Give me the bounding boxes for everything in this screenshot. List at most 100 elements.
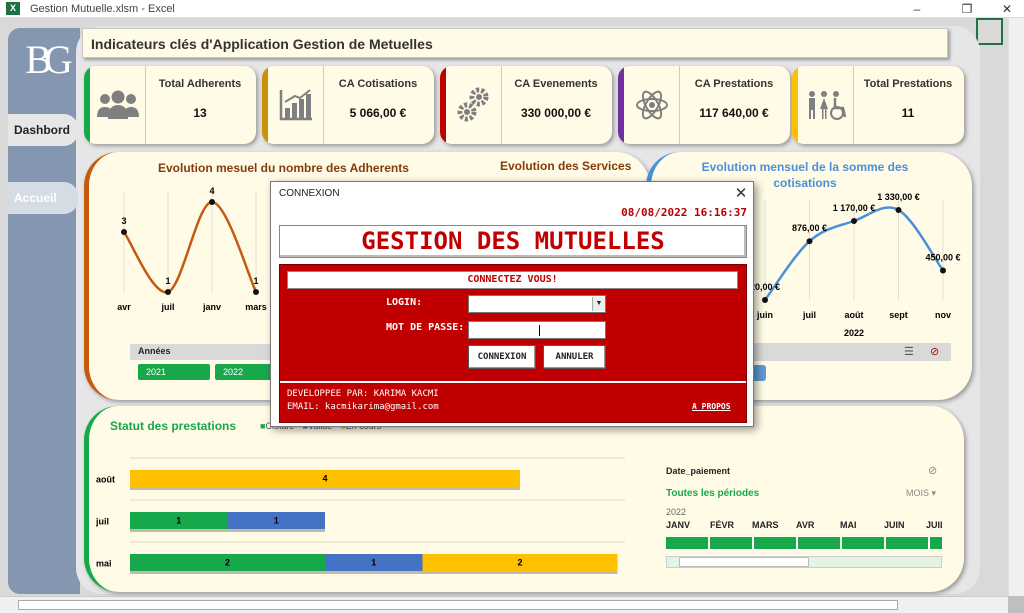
slicer-header: ☰ ⊘ bbox=[754, 343, 951, 361]
data-label: 1 330,00 € bbox=[877, 192, 920, 202]
data-label: 1 bbox=[274, 516, 279, 526]
multi-select-icon[interactable]: ☰ bbox=[904, 345, 914, 358]
x-tick-label: janv bbox=[202, 302, 221, 312]
password-label: MOT DE PASSE: bbox=[386, 322, 465, 333]
timeline-bar[interactable] bbox=[666, 537, 942, 549]
timeline-month: JUIL bbox=[926, 520, 942, 530]
tab-accueil[interactable]: Accueil bbox=[8, 182, 78, 214]
kpi-card-total-prestations: Total Prestations 11 bbox=[792, 66, 964, 144]
x-tick-label: mars bbox=[245, 302, 267, 312]
developer-email: EMAIL: kacmikarima@gmail.com bbox=[287, 402, 439, 412]
connexion-button[interactable]: CONNEXION bbox=[468, 345, 536, 369]
restore-icon[interactable]: ❐ bbox=[952, 0, 982, 18]
atom-icon bbox=[624, 66, 680, 144]
kpi-value: 330 000,00 € bbox=[520, 106, 592, 120]
sidebar bbox=[8, 28, 80, 594]
data-point bbox=[209, 199, 215, 205]
kpi-card-evenements: CA Evenements 330 000,00 € bbox=[440, 66, 612, 144]
title-bar: X Gestion Mutuelle.xlsm - Excel – ❐ ✕ bbox=[0, 0, 1024, 18]
close-window-icon[interactable]: ✕ bbox=[992, 0, 1022, 18]
login-subtitle: CONNECTEZ VOUS! bbox=[287, 271, 738, 289]
data-label: 1 bbox=[176, 516, 181, 526]
timeline-month: MAI bbox=[840, 520, 857, 530]
vertical-scrollbar[interactable] bbox=[1008, 18, 1024, 596]
kpi-label: Total Prestations bbox=[863, 78, 953, 90]
datetime: 08/08/2022 16:16:37 bbox=[621, 206, 747, 219]
tab-dashbord[interactable]: Dashbord bbox=[8, 114, 78, 146]
kpi-card-prestations: CA Prestations 117 640,00 € bbox=[618, 66, 790, 144]
timeline-year: 2022 bbox=[666, 507, 687, 517]
data-point bbox=[762, 297, 768, 303]
data-point bbox=[253, 289, 259, 295]
people-icon bbox=[90, 66, 146, 144]
slicer-item[interactable] bbox=[752, 365, 766, 381]
login-label: LOGIN: bbox=[386, 297, 423, 308]
text-cursor bbox=[539, 325, 540, 336]
data-label: 450,00 € bbox=[925, 252, 960, 262]
data-point bbox=[851, 217, 857, 224]
selected-cell[interactable] bbox=[976, 18, 1003, 45]
data-point bbox=[165, 289, 171, 295]
data-label: 1 bbox=[165, 276, 170, 286]
chart-title: Evolution mesuel du nombre des Adherents bbox=[158, 161, 409, 175]
page-title: Indicateurs clés d'Application Gestion d… bbox=[82, 28, 948, 58]
clear-filter-icon[interactable]: ⊘ bbox=[930, 345, 939, 358]
x-tick-label: juil bbox=[161, 302, 175, 312]
login-combobox[interactable]: ▼ bbox=[468, 295, 606, 313]
annuler-button[interactable]: ANNULER bbox=[543, 345, 606, 369]
timeline-unit-dropdown[interactable]: MOIS ▾ bbox=[906, 488, 936, 499]
bar-shadow bbox=[130, 529, 228, 532]
bar-shadow bbox=[422, 571, 618, 574]
bar-shadow bbox=[130, 571, 325, 574]
data-label: 1 170,00 € bbox=[833, 203, 876, 213]
login-panel: CONNECTEZ VOUS! LOGIN: ▼ MOT DE PASSE: C… bbox=[279, 264, 747, 423]
horizontal-scrollbar[interactable] bbox=[0, 596, 1008, 613]
y-tick-label: août bbox=[96, 475, 115, 485]
timeline-scrollbar[interactable] bbox=[666, 556, 942, 568]
data-label: 2 bbox=[225, 558, 230, 568]
x-tick-label: sept bbox=[889, 310, 908, 320]
cotisations-line-chart: 20,00 € juin 876,00 € juil 1 170,00 € août 1 3… bbox=[750, 192, 961, 338]
developer-credit: DEVELOPPEE PAR: KARIMA KACMI bbox=[287, 389, 439, 399]
close-icon[interactable]: ✕ bbox=[731, 184, 751, 202]
data-label: 2 bbox=[517, 558, 522, 568]
kpi-label: CA Cotisations bbox=[338, 78, 418, 90]
timeline-months: JANV FÉVR MARS AVR MAI JUIN JUIL bbox=[666, 520, 942, 536]
bar-shadow bbox=[325, 571, 423, 574]
adherents-line-chart: 3 avr 1 juil 4 janv 1 mars bbox=[117, 186, 267, 312]
chart-title: Evolution des Services bbox=[500, 159, 632, 173]
data-point bbox=[895, 207, 902, 213]
kpi-value: 13 bbox=[193, 106, 207, 120]
kpi-label: CA Prestations bbox=[694, 78, 774, 90]
bar-shadow bbox=[130, 487, 520, 490]
data-label: 876,00 € bbox=[792, 223, 827, 233]
series-line bbox=[122, 200, 258, 294]
slicer-item-2022[interactable]: 2022 bbox=[215, 364, 275, 380]
about-link[interactable]: A PROPOS bbox=[692, 402, 731, 411]
prestations-bar-chart: août 4 juil 1 1 mai 2 1 2 bbox=[95, 457, 625, 574]
x-tick-label: août bbox=[845, 310, 864, 320]
slicer-item-2021[interactable]: 2021 bbox=[138, 364, 210, 380]
clear-filter-icon[interactable]: ⊘ bbox=[928, 464, 937, 477]
x-tick-label: juin bbox=[756, 310, 773, 320]
kpi-value: 5 066,00 € bbox=[349, 106, 407, 120]
kpi-card-cotisations: CA Cotisations 5 066,00 € bbox=[262, 66, 434, 144]
minimize-icon[interactable]: – bbox=[902, 0, 932, 18]
divider bbox=[280, 381, 746, 383]
window-title: Gestion Mutuelle.xlsm - Excel bbox=[30, 3, 175, 15]
x-tick-label: nov bbox=[935, 310, 951, 320]
login-dialog: CONNEXION ✕ 08/08/2022 16:16:37 GESTION … bbox=[270, 181, 754, 427]
y-tick-label: juil bbox=[95, 517, 109, 527]
timeline-scroll-thumb[interactable] bbox=[679, 557, 809, 567]
x-axis-group-label: 2022 bbox=[844, 328, 864, 338]
scroll-thumb[interactable] bbox=[18, 600, 898, 610]
kpi-card-adherents: Total Adherents 13 bbox=[84, 66, 256, 144]
data-point bbox=[940, 267, 946, 274]
kpi-label: Total Adherents bbox=[158, 78, 242, 90]
data-label: 1 bbox=[371, 558, 376, 568]
slicer-title: Années bbox=[138, 346, 171, 356]
kpi-value: 117 640,00 € bbox=[699, 106, 769, 120]
x-tick-label: juil bbox=[802, 310, 816, 320]
chevron-down-icon[interactable]: ▼ bbox=[592, 297, 605, 311]
password-field[interactable] bbox=[468, 321, 606, 339]
